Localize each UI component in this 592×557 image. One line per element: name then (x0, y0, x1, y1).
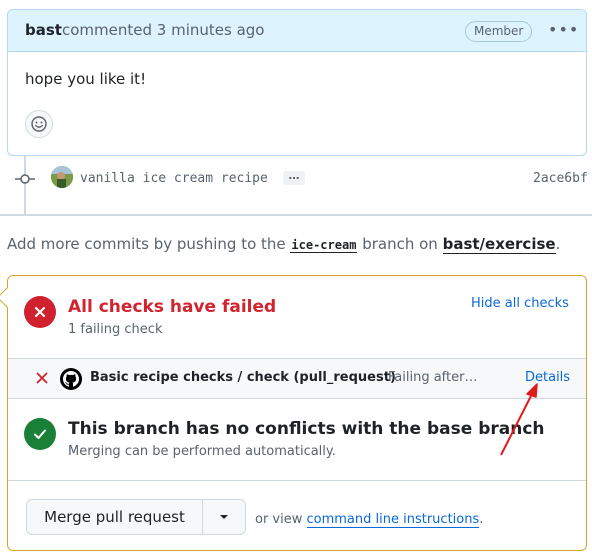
command-line-instructions-link[interactable]: command line instructions (306, 512, 480, 528)
hide-all-checks-link[interactable]: Hide all checks (471, 296, 569, 311)
merge-box: All checks have failed 1 failing check H… (7, 275, 587, 551)
commit-author-avatar[interactable] (51, 166, 73, 188)
commit-expand-button[interactable]: … (283, 170, 305, 185)
failed-status-icon (24, 296, 56, 328)
check-status: Failing after… (388, 370, 478, 385)
check-name: Basic recipe checks / check (pull_reques… (90, 370, 396, 385)
fail-x-icon (36, 372, 48, 384)
or-view-suffix: . (479, 512, 484, 527)
add-reaction-button[interactable] (25, 110, 53, 138)
or-view-text: or view command line instructions. (255, 512, 484, 528)
triangle-down-icon (220, 515, 228, 519)
push-hint: Add more commits by pushing to the ice-c… (7, 235, 561, 254)
comment-box: bast commented 3 minutes ago Member ••• … (7, 9, 587, 156)
comment-body: hope you like it! (25, 70, 147, 88)
merge-pull-request-button[interactable]: Merge pull request (26, 499, 202, 535)
push-hint-prefix: Add more commits by pushing to the (7, 235, 291, 253)
commit-message-link[interactable]: vanilla ice cream recipe (80, 171, 268, 186)
push-hint-suffix: . (555, 235, 561, 253)
merge-footer: Merge pull request or view command line … (8, 480, 586, 550)
comment-options-icon[interactable]: ••• (548, 20, 578, 40)
comment-header: bast commented 3 minutes ago Member ••• (8, 10, 586, 52)
member-badge: Member (465, 21, 533, 42)
no-conflicts-title: This branch has no conflicts with the ba… (68, 419, 545, 439)
commit-sha-link[interactable]: 2ace6bf (533, 171, 588, 186)
comment-timestamp[interactable]: commented 3 minutes ago (62, 21, 264, 39)
success-status-icon (24, 418, 56, 450)
commit-node-icon (15, 174, 35, 184)
push-hint-middle: branch on (357, 235, 443, 253)
comment-author-link[interactable]: bast (25, 21, 62, 39)
check-row: Basic recipe checks / check (pull_reques… (8, 358, 586, 399)
no-conflicts-subtitle: Merging can be performed automatically. (68, 444, 336, 459)
merge-options-dropdown[interactable] (202, 499, 246, 535)
checks-title: All checks have failed (68, 297, 277, 317)
branch-name[interactable]: ice-cream (290, 238, 358, 253)
github-actions-icon (60, 368, 82, 390)
smiley-icon (31, 116, 47, 132)
or-view-prefix: or view (255, 512, 307, 527)
repo-link[interactable]: bast/exercise (442, 235, 556, 254)
details-link[interactable]: Details (525, 370, 570, 385)
timeline-divider (0, 214, 592, 216)
checks-subtitle: 1 failing check (68, 322, 163, 337)
